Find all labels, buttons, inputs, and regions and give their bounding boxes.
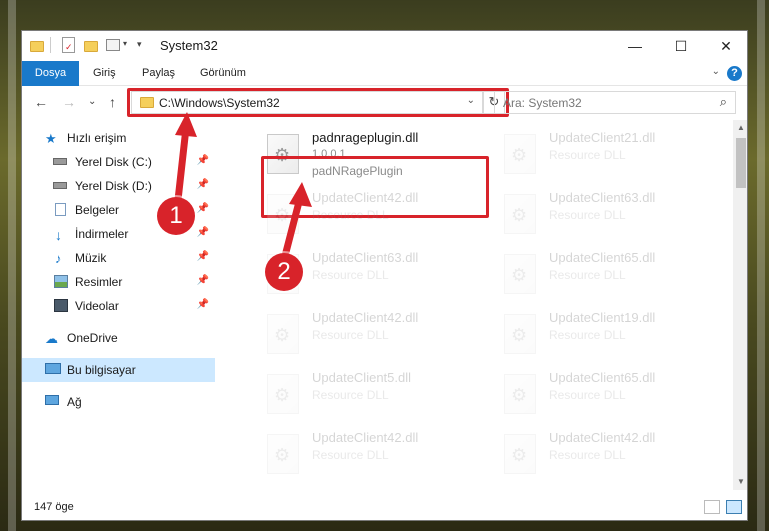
- arrow-2-head: [289, 182, 312, 207]
- arrow-2-shaft: [281, 194, 304, 260]
- step-1-badge: 1: [157, 197, 195, 235]
- step-2-badge: 2: [265, 253, 303, 291]
- annotation-arrows: [174, 112, 312, 260]
- arrow-1-shaft: [174, 124, 190, 204]
- arrow-1-head: [175, 112, 197, 137]
